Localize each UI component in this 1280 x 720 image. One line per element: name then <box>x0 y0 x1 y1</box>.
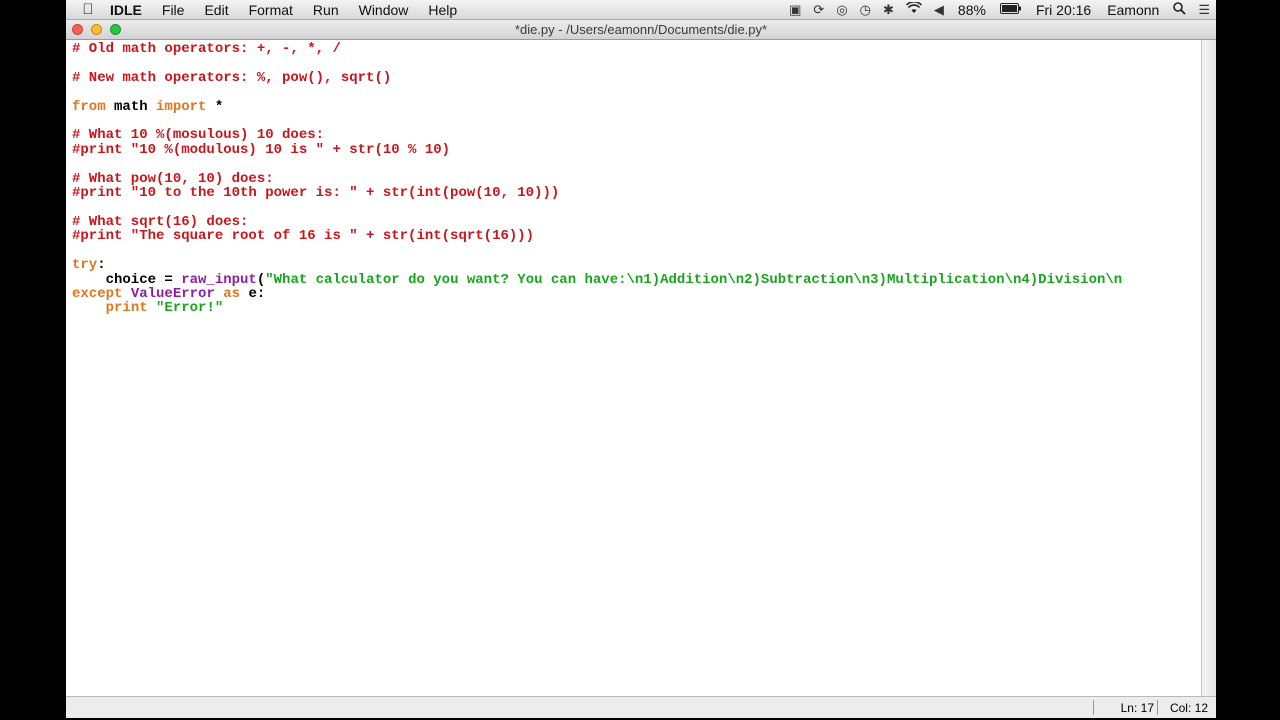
menu-window[interactable]: Window <box>349 2 419 18</box>
battery-icon[interactable] <box>994 2 1028 17</box>
code-line[interactable]: choice = raw_input("What calculator do y… <box>72 271 1201 288</box>
code-line[interactable]: #print "10 %(modulous) 10 is " + str(10 … <box>72 143 1201 157</box>
code-line[interactable]: except ValueError as e: <box>72 287 1201 301</box>
camera-icon[interactable]: ▣ <box>783 2 807 18</box>
notification-center-icon[interactable]: ☰ <box>1192 2 1216 18</box>
code-line[interactable]: from math import * <box>72 98 1201 115</box>
line-number-indicator: Ln: 17 <box>1120 701 1154 715</box>
status-bar: Ln: 17 Col: 12 <box>66 696 1216 718</box>
code-line[interactable] <box>72 157 1201 171</box>
code-line[interactable] <box>72 85 1201 99</box>
code-text-area[interactable]: # Old math operators: +, -, *, / # New m… <box>66 40 1201 316</box>
volume-icon[interactable]: ◀ <box>928 2 950 18</box>
code-line[interactable]: try: <box>72 258 1201 272</box>
window-titlebar[interactable]: *die.py - /Users/eamonn/Documents/die.py… <box>66 20 1216 40</box>
clock[interactable]: Fri 20:16 <box>1028 2 1099 18</box>
spotlight-search-icon[interactable] <box>1167 1 1192 18</box>
wifi-icon[interactable] <box>900 1 928 17</box>
code-line[interactable]: print "Error!" <box>72 301 1201 315</box>
code-line[interactable] <box>72 114 1201 128</box>
code-line[interactable]: # What pow(10, 10) does: <box>72 171 1201 186</box>
window-title: *die.py - /Users/eamonn/Documents/die.py… <box>514 22 768 37</box>
status-separator <box>1093 700 1094 715</box>
vertical-scrollbar[interactable] <box>1201 40 1216 696</box>
screen-share-icon[interactable]: ◎ <box>830 2 853 18</box>
code-token-plain: * <box>206 98 224 115</box>
code-token-plain: e: <box>240 285 266 302</box>
code-token-kw: import <box>156 98 207 115</box>
status-separator <box>1157 700 1158 715</box>
code-token-str: "What calculator do you want? You can ha… <box>265 271 1123 288</box>
code-token-kw: print <box>105 300 148 317</box>
code-token-comment: #print "The square root of 16 is " + str… <box>72 228 535 245</box>
battery-percent[interactable]: 88% <box>950 2 994 18</box>
sync-icon[interactable]: ⟳ <box>807 2 830 18</box>
code-line[interactable]: # What sqrt(16) does: <box>72 215 1201 229</box>
code-line[interactable]: #print "10 to the 10th power is: " + str… <box>72 186 1201 200</box>
time-machine-icon[interactable]: ◷ <box>854 2 877 18</box>
code-line[interactable]: # What 10 %(mosulous) 10 does: <box>72 128 1201 142</box>
menu-file[interactable]: File <box>152 2 195 18</box>
code-token-kw: as <box>223 285 241 302</box>
code-token-comment: #print "10 %(modulous) 10 is " + str(10 … <box>72 141 451 158</box>
apple-menu-icon[interactable]:  <box>74 1 102 18</box>
code-token-comment: # Old math operators: +, -, *, / <box>72 41 341 57</box>
menu-help[interactable]: Help <box>418 2 467 18</box>
code-line[interactable]: # New math operators: %, pow(), sqrt() <box>72 71 1201 85</box>
code-editor[interactable]: # Old math operators: +, -, *, / # New m… <box>66 40 1201 696</box>
code-line[interactable] <box>72 200 1201 214</box>
menu-bar:  IDLE File Edit Format Run Window Help … <box>66 0 1216 20</box>
code-token-comment: #print "10 to the 10th power is: " + str… <box>72 185 560 202</box>
column-number-indicator: Col: 12 <box>1169 701 1208 715</box>
code-line[interactable]: # Old math operators: +, -, *, / <box>72 42 1201 56</box>
code-line[interactable] <box>72 244 1201 258</box>
menu-format[interactable]: Format <box>239 2 303 18</box>
code-token-str: "Error!" <box>156 300 224 317</box>
menu-edit[interactable]: Edit <box>194 2 238 18</box>
status-area: ▣ ⟳ ◎ ◷ ✱ ◀ 88% Fri 20:16 Eamonn ☰ <box>783 1 1216 18</box>
menu-run[interactable]: Run <box>303 2 349 18</box>
code-token-plain: math <box>105 98 157 115</box>
code-line[interactable] <box>72 56 1201 70</box>
menu-app-name[interactable]: IDLE <box>102 2 152 18</box>
bluetooth-icon[interactable]: ✱ <box>877 2 900 18</box>
user-name[interactable]: Eamonn <box>1099 2 1167 18</box>
code-token-comment: # New math operators: %, pow(), sqrt() <box>72 69 392 86</box>
code-line[interactable]: #print "The square root of 16 is " + str… <box>72 229 1201 243</box>
